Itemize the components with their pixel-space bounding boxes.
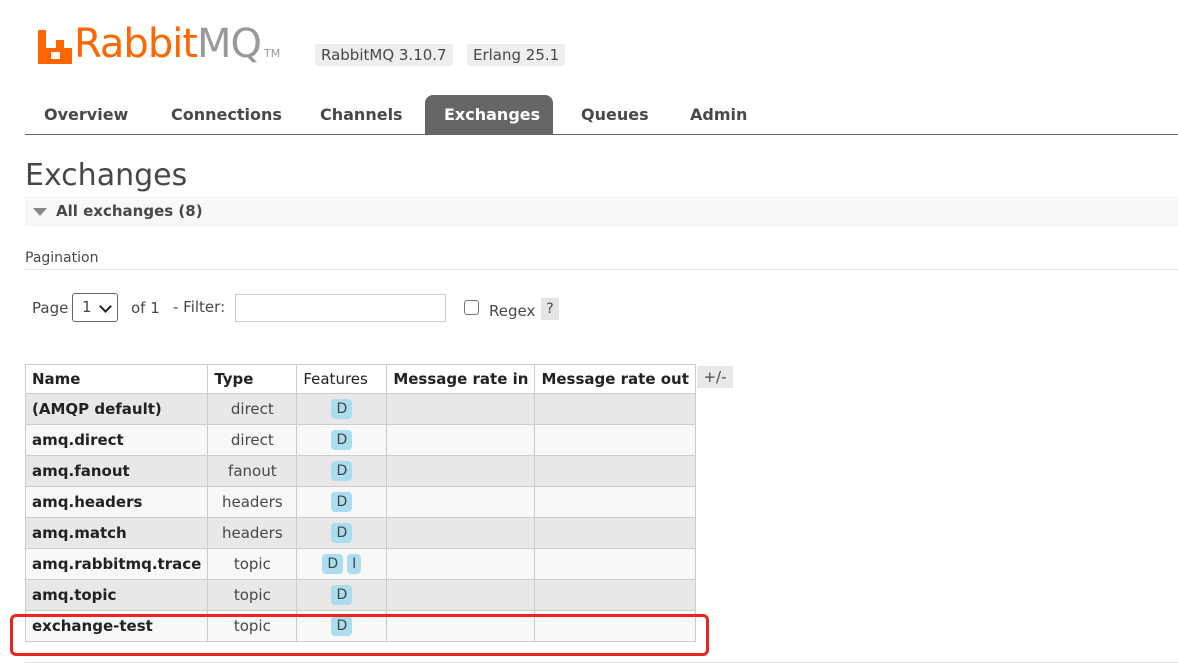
exchange-type: topic [207,579,298,611]
page-select[interactable]: 1 [72,293,118,322]
table-row: amq.rabbitmq.trace topic DI [24,548,696,580]
exchange-type: direct [207,393,298,425]
message-rate-in [386,393,536,425]
exchange-type: topic [207,610,298,642]
divider [25,662,1178,663]
page-count-label: of 1 [131,299,160,317]
message-rate-in [386,610,536,642]
durable-badge: D [322,554,344,574]
message-rate-in [386,486,536,518]
message-rate-out [534,517,696,549]
message-rate-in [386,517,536,549]
durable-badge: D [331,399,353,419]
message-rate-out [534,610,696,642]
table-row: exchange-test topic D [24,610,696,642]
durable-badge: D [331,616,353,636]
divider [25,269,1178,270]
pagination-heading: Pagination [25,250,99,266]
help-icon[interactable]: ? [541,298,559,320]
page-label: Page [32,299,69,317]
filter-input[interactable] [235,294,446,322]
message-rate-out [534,579,696,611]
durable-badge: D [331,430,353,450]
exchange-name-link[interactable]: amq.direct [24,424,209,456]
tab-exchanges[interactable]: Exchanges [425,95,553,134]
message-rate-in [386,548,536,580]
logo-text-mq: MQ [197,21,262,67]
exchange-name-link[interactable]: amq.headers [24,486,209,518]
exchange-type: headers [207,486,298,518]
tab-connections[interactable]: Connections [152,95,301,134]
exchange-type: direct [207,424,298,456]
message-rate-out [534,424,696,456]
exchange-name-link[interactable]: amq.topic [24,579,209,611]
message-rate-in [386,579,536,611]
regex-checkbox[interactable] [464,300,479,315]
exchange-type: headers [207,517,298,549]
message-rate-in [386,424,536,456]
tab-admin[interactable]: Admin [671,95,766,134]
table-row: amq.match headers D [24,517,696,549]
durable-badge: D [331,585,353,605]
page-title: Exchanges [25,158,188,193]
message-rate-out [534,486,696,518]
table-row: amq.direct direct D [24,424,696,456]
logo-text-rabbit: Rabbit [74,21,198,67]
erlang-version-badge: Erlang 25.1 [467,44,566,66]
page-select-value: 1 [82,298,92,316]
exchange-type: fanout [207,455,298,487]
message-rate-out [534,455,696,487]
column-header-features: Features [296,364,388,394]
column-header-type[interactable]: Type [207,364,298,394]
column-header-rate-out[interactable]: Message rate out [534,364,696,394]
exchange-name-link[interactable]: amq.rabbitmq.trace [24,548,209,580]
exchange-name-link[interactable]: amq.fanout [24,455,209,487]
rabbit-logo-icon [38,30,72,64]
section-label: All exchanges (8) [56,202,203,220]
logo-trademark: TM [264,47,281,60]
table-row: amq.fanout fanout D [24,455,696,487]
message-rate-out [534,548,696,580]
durable-badge: D [331,461,353,481]
exchange-type: topic [207,548,298,580]
all-exchanges-section-toggle[interactable]: All exchanges (8) [25,196,1178,227]
column-header-rate-in[interactable]: Message rate in [386,364,536,394]
filter-label: - Filter: [173,298,226,316]
column-toggle-button[interactable]: +/- [697,366,733,388]
tab-overview[interactable]: Overview [25,95,147,134]
durable-badge: D [331,523,353,543]
internal-badge: I [347,554,362,574]
chevron-down-icon [99,300,112,313]
table-row: amq.topic topic D [24,579,696,611]
table-row: (AMQP default) direct D [24,393,696,425]
column-header-name[interactable]: Name [24,364,209,394]
collapse-triangle-icon [33,208,47,216]
main-nav: Overview Connections Channels Exchanges … [25,95,1178,135]
rabbitmq-logo: RabbitMQ TM [38,24,280,64]
regex-label: Regex [489,302,536,320]
table-row: amq.headers headers D [24,486,696,518]
tab-channels[interactable]: Channels [301,95,422,134]
tab-queues[interactable]: Queues [562,95,668,134]
exchanges-table: Name Type Features Message rate in Messa… [24,364,696,642]
durable-badge: D [331,492,353,512]
exchange-name-link[interactable]: amq.match [24,517,209,549]
rabbitmq-version-badge: RabbitMQ 3.10.7 [315,44,453,66]
exchange-name-link[interactable]: (AMQP default) [24,393,209,425]
message-rate-in [386,455,536,487]
message-rate-out [534,393,696,425]
exchange-name-link[interactable]: exchange-test [24,610,209,642]
